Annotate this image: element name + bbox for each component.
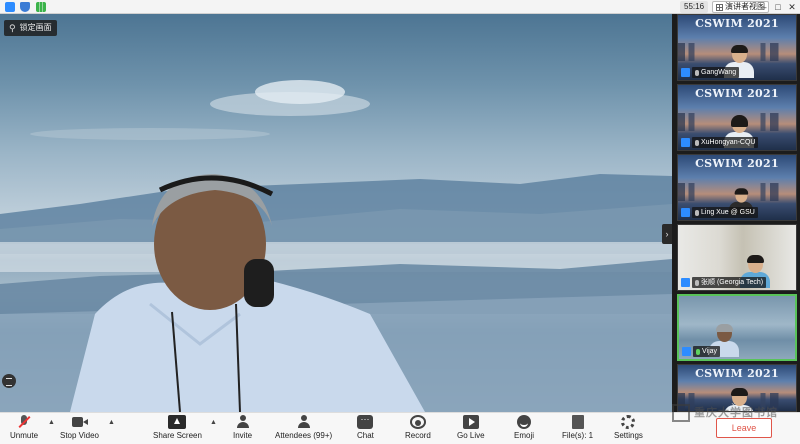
tile-banner: CSWIM 2021 (695, 17, 779, 30)
participant-tile[interactable]: CSWIM 2021 Ling Xue @ GSU (677, 154, 797, 221)
record-icon (409, 415, 426, 429)
participant-name: 张顺 (Georgia Tech) (701, 279, 764, 286)
library-logo-icon (672, 404, 690, 422)
avatar-icon (681, 208, 690, 217)
attendees-button[interactable]: Attendees (99+) (275, 415, 332, 443)
app-logo-icon (5, 2, 15, 12)
floating-menu-icon[interactable] (2, 374, 16, 388)
gear-icon (621, 415, 636, 429)
top-bar: 55:16 演讲者视图 – □ ✕ (0, 0, 800, 14)
participant-name-tag: GangWang (692, 67, 740, 78)
main-speaker-video[interactable]: ⚲ 锁定画面 › (0, 14, 672, 412)
participant-name: Vijay (702, 348, 718, 355)
participant-name: Ling Xue @ GSU (701, 209, 755, 216)
avatar-icon (682, 347, 691, 356)
record-button[interactable]: Record (405, 415, 431, 443)
participant-gallery: CSWIM 2021 GangWang CSWIM 2021 XuHongyan… (672, 14, 800, 412)
file-icon (571, 415, 584, 429)
tile-banner: CSWIM 2021 (695, 157, 779, 170)
avatar-icon (681, 138, 690, 147)
stop-video-label: Stop Video (60, 431, 99, 440)
pin-icon: ⚲ (9, 23, 16, 33)
stop-video-button[interactable]: Stop Video (60, 415, 99, 443)
settings-button[interactable]: Settings (614, 415, 643, 443)
pin-video-label[interactable]: ⚲ 锁定画面 (4, 20, 57, 36)
invite-button[interactable]: Invite (233, 415, 252, 443)
share-screen-button[interactable]: Share Screen (153, 415, 202, 443)
share-screen-label: Share Screen (153, 431, 202, 440)
attendees-icon (296, 415, 312, 429)
background-scene (0, 80, 672, 412)
video-options-caret[interactable]: ▲ (108, 419, 115, 426)
files-button[interactable]: File(s): 1 (562, 415, 593, 443)
tile-banner: CSWIM 2021 (695, 367, 779, 380)
avatar-icon (681, 68, 690, 77)
invite-label: Invite (233, 431, 253, 440)
tile-banner: CSWIM 2021 (695, 87, 779, 100)
participant-name: GangWang (701, 69, 737, 76)
go-live-label: Go Live (457, 431, 485, 440)
share-screen-icon (168, 415, 187, 429)
unmute-button[interactable]: Unmute (10, 415, 38, 443)
invite-icon (235, 415, 251, 429)
grid-icon (716, 3, 723, 11)
emoji-label: Emoji (514, 431, 535, 440)
avatar-icon (681, 278, 690, 287)
participant-name: XuHongyan-CQU (701, 139, 756, 146)
settings-label: Settings (614, 431, 643, 440)
chat-label: Chat (357, 431, 374, 440)
participant-name-tag: XuHongyan-CQU (692, 137, 759, 148)
microphone-muted-icon (16, 415, 32, 429)
emoji-button[interactable]: Emoji (514, 415, 534, 443)
go-live-button[interactable]: Go Live (457, 415, 485, 443)
close-button[interactable]: ✕ (785, 0, 799, 14)
network-signal-icon[interactable] (36, 2, 46, 12)
files-label: File(s): 1 (562, 431, 594, 440)
mic-muted-icon (695, 209, 699, 216)
chat-button[interactable]: Chat (357, 414, 374, 443)
pin-label-text: 锁定画面 (19, 23, 52, 32)
security-shield-icon[interactable] (20, 2, 30, 12)
record-label: Record (405, 431, 431, 440)
participant-name-tag: Vijay (693, 346, 721, 357)
mic-muted-icon (695, 139, 699, 146)
participant-name-tag: Ling Xue @ GSU (692, 207, 758, 218)
share-options-caret[interactable]: ▲ (210, 419, 217, 426)
minimize-button[interactable]: – (757, 0, 771, 14)
participant-name-tag: 张顺 (Georgia Tech) (692, 277, 767, 288)
attendees-label: Attendees (99+) (275, 431, 333, 440)
emoji-icon (517, 415, 531, 429)
mic-muted-icon (695, 69, 699, 76)
mic-active-icon (696, 348, 700, 355)
camera-icon (71, 415, 88, 429)
go-live-icon (462, 415, 479, 429)
leave-button[interactable]: Leave (716, 418, 772, 438)
audio-options-caret[interactable]: ▲ (48, 419, 55, 426)
participant-tile-active-speaker[interactable]: Vijay (677, 294, 797, 361)
participant-tile[interactable]: 张顺 (Georgia Tech) (677, 224, 797, 291)
chat-icon (357, 414, 374, 429)
maximize-button[interactable]: □ (771, 0, 785, 14)
collapse-gallery-button[interactable]: › (662, 224, 672, 244)
participant-tile[interactable]: CSWIM 2021 GangWang (677, 14, 797, 81)
unmute-label: Unmute (10, 431, 39, 440)
participant-tile[interactable]: CSWIM 2021 XuHongyan-CQU (677, 84, 797, 151)
mic-muted-icon (695, 279, 699, 286)
meeting-timer: 55:16 (680, 1, 709, 13)
